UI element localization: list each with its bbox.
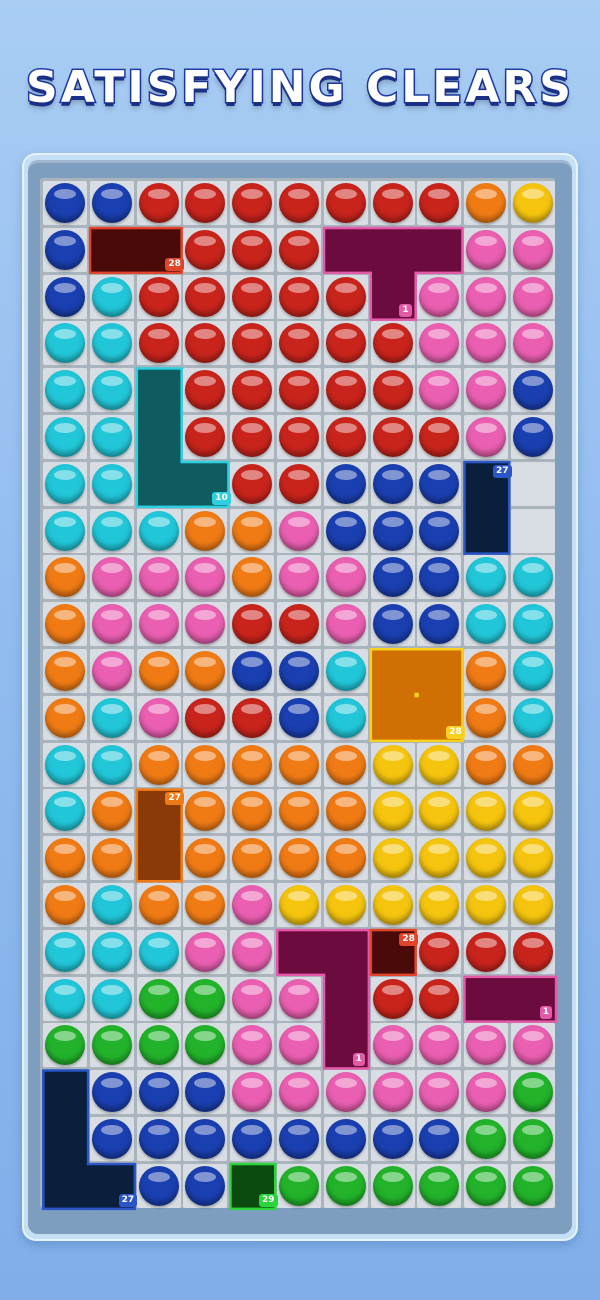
- title-banner: SATISFYING CLEARS: [25, 61, 574, 115]
- piece-count-badge: 29: [259, 1193, 278, 1207]
- game-board[interactable]: 28 1 10 27 28 27 1 28 1 27 29: [40, 178, 558, 1211]
- piece-green-square-shape: [229, 1162, 277, 1211]
